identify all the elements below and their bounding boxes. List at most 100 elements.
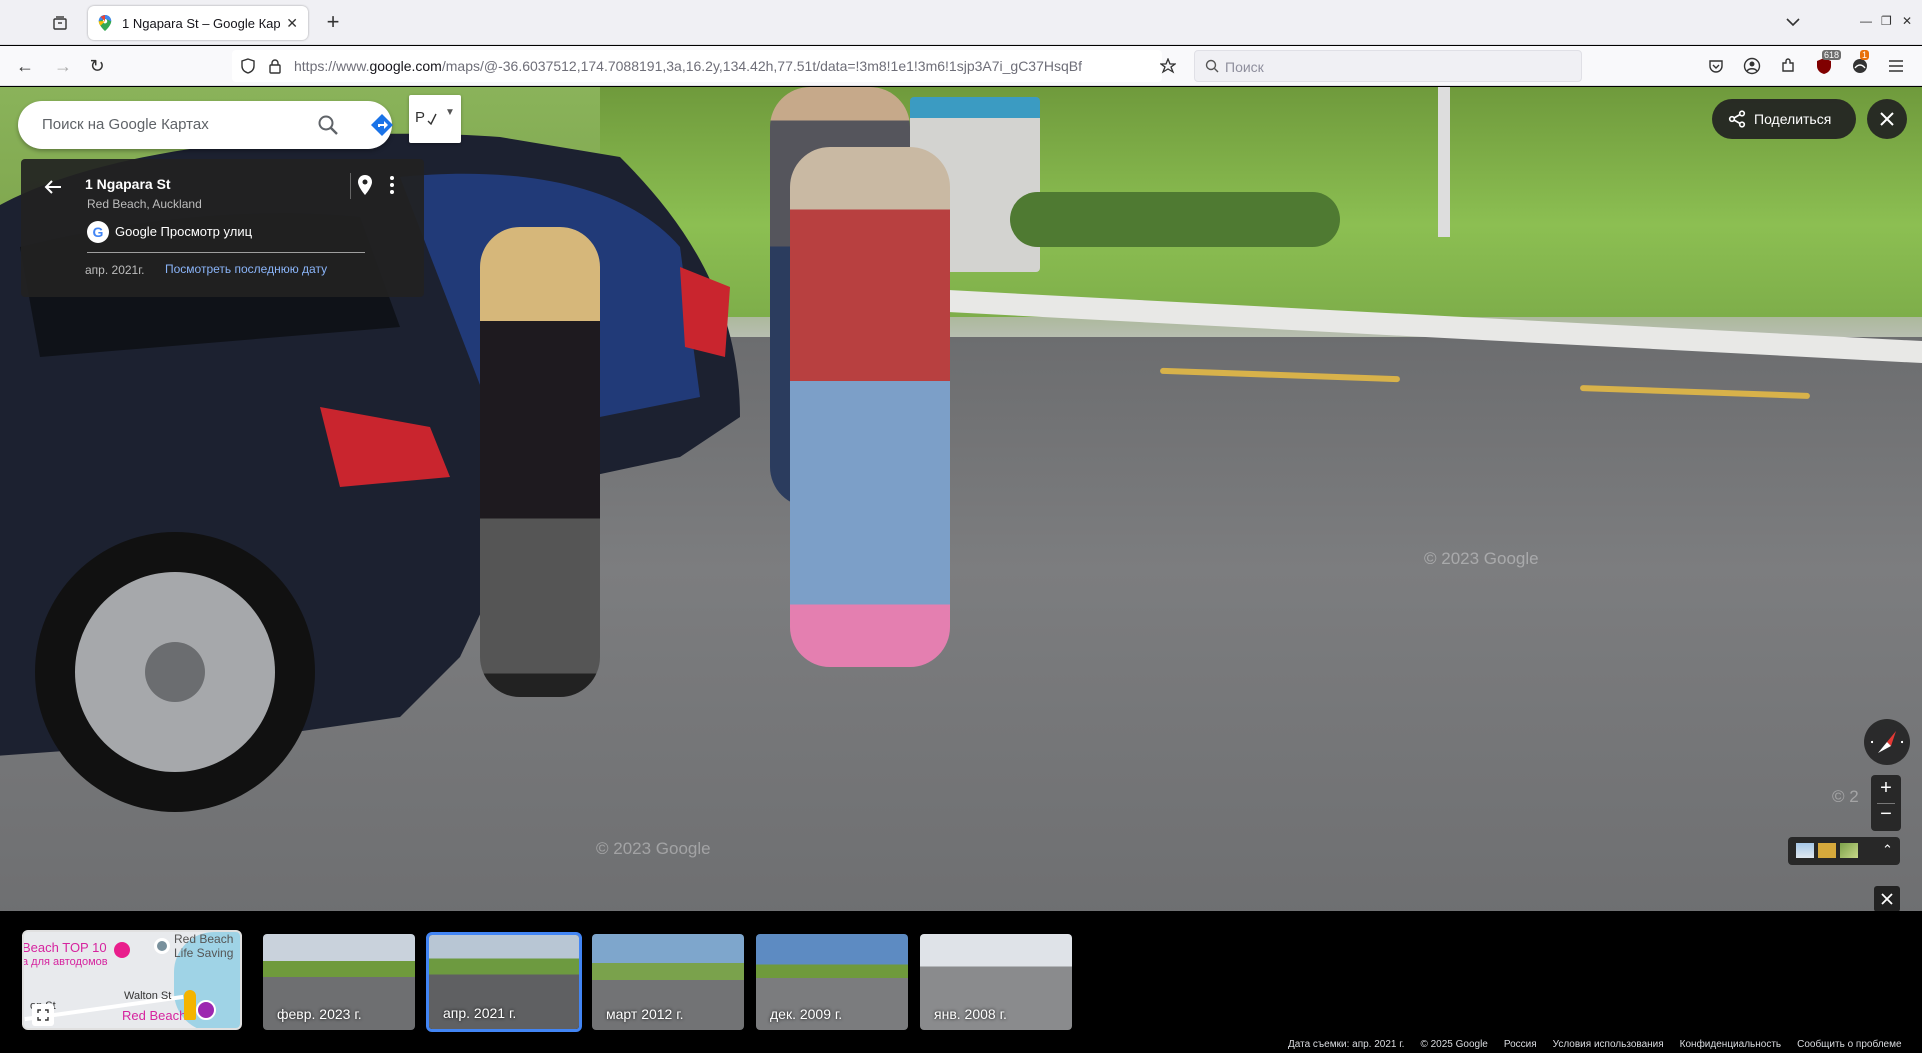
watermark: © 2: [1832, 787, 1859, 806]
pocket-icon[interactable]: [1706, 56, 1726, 76]
footer-capture-date: Дата съемки: апр. 2021 г.: [1288, 1039, 1405, 1050]
zoom-out-button[interactable]: −: [1871, 803, 1901, 826]
timeline-date-label: янв. 2008 г.: [934, 1006, 1007, 1022]
share-label: Поделиться: [1754, 111, 1832, 127]
mini-map-label: Life Saving: [174, 946, 234, 960]
tab-title: 1 Ngapara St – Google Карты: [122, 15, 281, 31]
ublock-badge: 618: [1822, 50, 1842, 60]
footer-country[interactable]: Россия: [1504, 1039, 1537, 1053]
tab-list-icon[interactable]: [48, 12, 72, 34]
divider: [350, 173, 351, 199]
tab-overflow-chevron-icon[interactable]: [1786, 14, 1800, 32]
search-icon[interactable]: [316, 113, 340, 137]
browser-search-bar[interactable]: Поиск: [1194, 50, 1582, 82]
divider: [87, 252, 365, 253]
close-icon: [1880, 112, 1894, 126]
expand-up-icon[interactable]: ⌃: [1882, 842, 1893, 858]
imagery-layers-control[interactable]: ⌃: [1788, 837, 1900, 865]
extensions-icon[interactable]: [1778, 56, 1798, 76]
timeline-date-label: апр. 2021 г.: [443, 1005, 517, 1021]
bookmark-star-icon[interactable]: [1160, 58, 1176, 74]
google-maps-favicon-icon: [98, 15, 112, 31]
mini-map-label: Red Beach: [174, 932, 234, 946]
timeline-strip: Beach TOP 10 а для автодомов Red Beach L…: [0, 911, 1922, 1053]
close-street-view-button[interactable]: [1867, 99, 1907, 139]
place-info-panel: 1 Ngapara St Red Beach, Auckland G Googl…: [21, 159, 424, 297]
google-logo-icon: G: [87, 221, 109, 243]
hedge: [1010, 192, 1340, 247]
extension-badge: 1: [1860, 50, 1870, 60]
share-icon: [1728, 110, 1746, 128]
url-bar[interactable]: https://www.google.com/maps/@-36.6037512…: [232, 50, 1176, 82]
maps-search-box[interactable]: Поиск на Google Картах: [18, 101, 394, 149]
search-icon: [1205, 59, 1219, 73]
ublock-icon[interactable]: 618: [1814, 50, 1842, 76]
zoom-control: + −: [1871, 775, 1901, 831]
maps-footer: Дата съемки: апр. 2021 г. © 2025 Google …: [1288, 1039, 1902, 1053]
footer-terms-link[interactable]: Условия использования: [1553, 1039, 1664, 1053]
compass-icon: [1871, 731, 1904, 753]
tab-close-icon[interactable]: ✕: [286, 15, 298, 32]
watermark: © 2023 Google: [596, 839, 711, 858]
lock-icon[interactable]: [268, 58, 282, 74]
footer-report-link[interactable]: Сообщить о проблеме: [1797, 1039, 1901, 1053]
restore-icon[interactable]: ❐: [1881, 14, 1892, 28]
mini-map-label: а для автодомов: [22, 956, 108, 968]
reload-icon[interactable]: ↻: [84, 54, 110, 78]
footer-privacy-link[interactable]: Конфиденциальность: [1680, 1039, 1781, 1053]
more-options-icon[interactable]: [389, 175, 395, 195]
close-window-icon[interactable]: ✕: [1902, 14, 1912, 28]
tab-bar: 1 Ngapara St – Google Карты ✕ + — ❐ ✕: [0, 0, 1922, 45]
layer-thumb-grass[interactable]: [1840, 843, 1858, 858]
menu-hamburger-icon[interactable]: [1886, 56, 1906, 76]
layer-wave-icon: [427, 113, 437, 125]
back-arrow-icon[interactable]: [43, 177, 63, 197]
poi-pink-icon: [114, 942, 130, 958]
layers-label: Р: [415, 109, 426, 126]
url-text: https://www.google.com/maps/@-36.6037512…: [294, 58, 1082, 74]
layer-thumb-sand[interactable]: [1818, 843, 1836, 858]
timeline-thumb-feb-2023[interactable]: февр. 2023 г.: [261, 932, 417, 1032]
place-subtitle: Red Beach, Auckland: [87, 197, 202, 211]
poi-camera-icon: [196, 1000, 216, 1020]
nav-bar: ← → ↻ https://www.google.com/maps/@-36.6…: [0, 46, 1922, 86]
directions-icon[interactable]: [370, 113, 394, 137]
dropdown-arrow-icon: ▼: [445, 107, 455, 118]
poi-gray-icon: [154, 938, 170, 954]
forward-icon[interactable]: →: [50, 54, 76, 78]
account-icon[interactable]: [1742, 56, 1762, 76]
compass-button[interactable]: [1864, 719, 1910, 765]
see-latest-date-link[interactable]: Посмотреть последнюю дату: [165, 262, 327, 276]
back-icon[interactable]: ←: [12, 54, 38, 78]
close-timeline-button[interactable]: [1874, 886, 1900, 912]
timeline-date-label: дек. 2009 г.: [770, 1006, 843, 1022]
layer-thumb-sky[interactable]: [1796, 843, 1814, 858]
timeline-thumb-mar-2012[interactable]: март 2012 г.: [590, 932, 746, 1032]
timeline-thumb-jan-2008[interactable]: янв. 2008 г.: [918, 932, 1074, 1032]
place-title: 1 Ngapara St: [85, 176, 171, 192]
location-pin-icon[interactable]: [357, 175, 373, 195]
extension-weather-icon[interactable]: 1: [1850, 50, 1870, 76]
minimize-icon[interactable]: —: [1860, 14, 1872, 28]
maps-search-placeholder: Поиск на Google Картах: [42, 116, 209, 133]
mini-map[interactable]: Beach TOP 10 а для автодомов Red Beach L…: [22, 930, 242, 1030]
timeline-date-label: февр. 2023 г.: [277, 1006, 362, 1022]
timeline-thumb-dec-2009[interactable]: дек. 2009 г.: [754, 932, 910, 1032]
pole: [1438, 87, 1450, 237]
zoom-in-button[interactable]: +: [1871, 777, 1901, 800]
share-button[interactable]: Поделиться: [1712, 99, 1856, 139]
timeline-thumb-apr-2021[interactable]: апр. 2021 г.: [426, 932, 582, 1032]
timeline-date-label: март 2012 г.: [606, 1006, 684, 1022]
person-girl: [480, 227, 600, 697]
new-tab-button[interactable]: +: [320, 10, 346, 36]
shield-icon[interactable]: [240, 58, 256, 74]
mini-map-label: Walton St: [124, 990, 172, 1002]
expand-map-icon[interactable]: [32, 1004, 54, 1026]
footer-copyright: © 2025 Google: [1420, 1039, 1488, 1050]
street-view-source[interactable]: Google Просмотр улиц: [115, 224, 252, 239]
browser-tab[interactable]: 1 Ngapara St – Google Карты ✕: [88, 6, 308, 40]
close-icon: [1881, 893, 1893, 905]
watermark: © 2023 Google: [1424, 549, 1539, 568]
pegman-icon[interactable]: [184, 990, 196, 1020]
layers-dropdown-button[interactable]: Р ▼: [409, 95, 461, 143]
